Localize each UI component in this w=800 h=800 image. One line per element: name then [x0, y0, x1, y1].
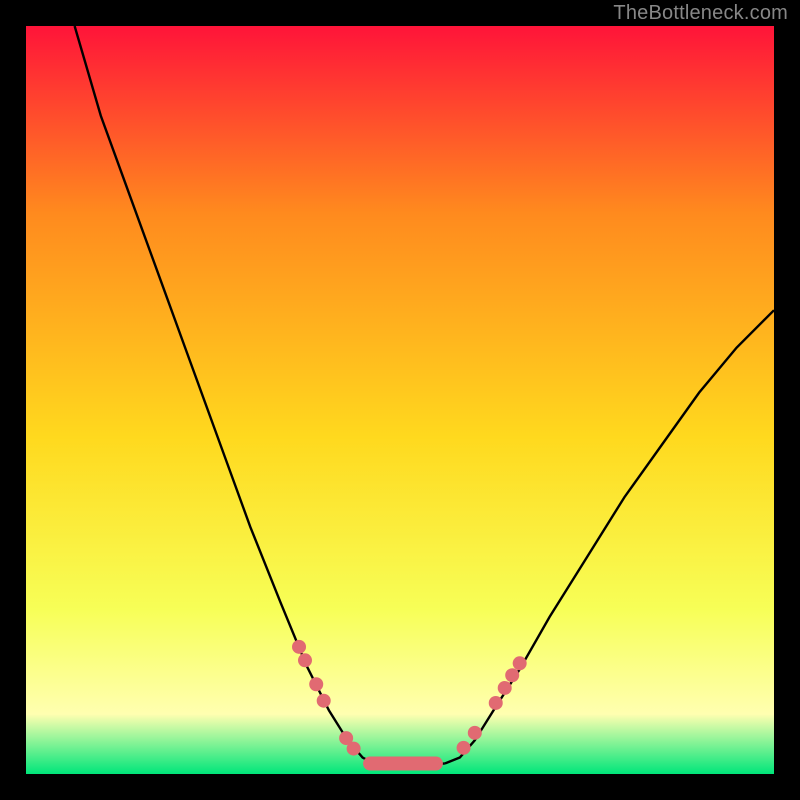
data-marker — [347, 742, 361, 756]
data-marker — [292, 640, 306, 654]
data-marker — [498, 681, 512, 695]
watermark-text: TheBottleneck.com — [613, 2, 788, 25]
data-marker — [298, 653, 312, 667]
data-marker — [468, 726, 482, 740]
data-marker — [489, 696, 503, 710]
data-marker — [309, 677, 323, 691]
gradient-background — [26, 26, 774, 774]
data-marker — [457, 741, 471, 755]
data-marker — [317, 694, 331, 708]
bottleneck-chart — [26, 26, 774, 774]
data-marker — [505, 668, 519, 682]
trough-marker-pill — [363, 757, 443, 771]
data-marker — [513, 656, 527, 670]
chart-frame — [26, 26, 774, 774]
